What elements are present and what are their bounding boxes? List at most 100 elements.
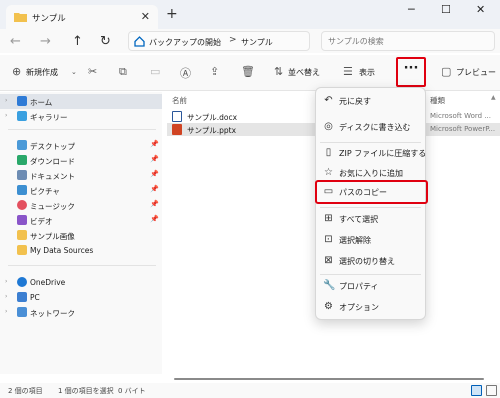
- pin-icon: 📌: [150, 140, 159, 148]
- tab-sample[interactable]: サンプル ✕: [6, 5, 158, 29]
- menu-item-label: プロパティ: [339, 282, 379, 291]
- breadcrumb-current[interactable]: サンプル: [241, 37, 273, 48]
- chevron-down-icon: ⌄: [71, 68, 77, 76]
- rename-icon[interactable]: Ⓐ: [180, 65, 191, 81]
- sidebar-item-my-data-sources[interactable]: My Data Sources: [0, 243, 162, 258]
- more-options-menu: ↶ 元に戻す ◎ ディスクに書き込む ▯ ZIP ファイルに圧縮する ☆ お気に…: [315, 87, 428, 320]
- home-icon: [17, 96, 27, 106]
- paste-icon[interactable]: ▭: [150, 65, 160, 78]
- music-icon: [17, 200, 27, 210]
- sidebar-item-label: OneDrive: [30, 278, 66, 287]
- chevron-right-icon[interactable]: ›: [5, 308, 7, 315]
- menu-item-invert-selection[interactable]: ⊠ 選択の切り替え: [316, 251, 425, 271]
- network-icon: [17, 307, 27, 317]
- status-size: 0 バイト: [118, 387, 146, 395]
- folder-icon: [17, 230, 27, 240]
- sidebar-item-label: ホーム: [30, 98, 53, 107]
- sidebar-item-sample-images[interactable]: サンプル画像: [0, 228, 162, 243]
- sidebar-item-label: ネットワーク: [30, 309, 75, 318]
- sidebar-item-pictures[interactable]: ピクチャ 📌: [0, 183, 162, 198]
- column-header-type[interactable]: 種類: [430, 95, 445, 106]
- chevron-right-icon[interactable]: ›: [5, 112, 7, 119]
- sidebar-item-label: ギャラリー: [30, 113, 68, 122]
- pin-icon: 📌: [150, 185, 159, 193]
- sidebar-item-videos[interactable]: ビデオ 📌: [0, 213, 162, 228]
- menu-item-add-favorites[interactable]: ☆ お気に入りに追加: [316, 163, 425, 183]
- sidebar-item-desktop[interactable]: デスクトップ 📌: [0, 138, 162, 153]
- scroll-up-icon[interactable]: ▲: [491, 94, 496, 101]
- delete-icon[interactable]: 🗑: [241, 65, 255, 78]
- chevron-right-icon[interactable]: ›: [5, 278, 7, 285]
- horizontal-scrollbar[interactable]: [174, 378, 484, 380]
- sidebar-item-music[interactable]: ミュージック 📌: [0, 198, 162, 213]
- sidebar-item-label: My Data Sources: [30, 246, 94, 255]
- sidebar-item-label: ダウンロード: [30, 157, 75, 166]
- navigation-pane: › ホーム › ギャラリー デスクトップ 📌 ダウンロード 📌 ドキュメント 📌: [0, 92, 162, 374]
- document-icon: [17, 170, 27, 180]
- menu-item-burn-to-disc[interactable]: ◎ ディスクに書き込む: [316, 117, 425, 137]
- forward-button[interactable]: →: [40, 34, 51, 49]
- menu-item-label: 元に戻す: [339, 97, 371, 106]
- view-button[interactable]: 表示: [359, 67, 375, 78]
- sidebar-item-home[interactable]: › ホーム: [0, 94, 162, 109]
- tiles-view-button[interactable]: [486, 385, 497, 396]
- pc-icon: [17, 292, 27, 302]
- cut-icon[interactable]: ✂: [88, 65, 97, 78]
- address-bar[interactable]: バックアップの開始 > サンプル: [128, 31, 310, 51]
- invert-selection-icon: ⊠: [324, 255, 333, 266]
- preview-button[interactable]: プレビュー: [456, 67, 496, 78]
- zip-icon: ▯: [325, 147, 332, 158]
- more-options-button[interactable]: ···: [396, 57, 426, 87]
- address-row: ← → ↑ ↻ バックアップの開始 > サンプル サンプルの検索: [0, 29, 500, 53]
- share-icon[interactable]: ⇪: [210, 65, 219, 78]
- up-button[interactable]: ↑: [72, 34, 83, 49]
- menu-item-undo[interactable]: ↶ 元に戻す: [316, 91, 425, 111]
- pin-icon: 📌: [150, 200, 159, 208]
- breadcrumb-root[interactable]: バックアップの開始: [149, 37, 221, 48]
- sidebar-item-label: ビデオ: [30, 217, 53, 226]
- search-input[interactable]: サンプルの検索: [321, 31, 495, 51]
- file-name: サンプル.docx: [187, 113, 238, 122]
- sidebar-item-onedrive[interactable]: › OneDrive: [0, 275, 162, 290]
- menu-item-options[interactable]: ⚙ オプション: [316, 297, 425, 317]
- status-selected-count: 1 個の項目を選択: [58, 387, 114, 395]
- chevron-right-icon[interactable]: ›: [5, 97, 7, 104]
- video-icon: [17, 215, 27, 225]
- menu-item-label: 選択の切り替え: [339, 257, 395, 266]
- menu-item-select-all[interactable]: ⊞ すべて選択: [316, 209, 425, 229]
- star-icon: ☆: [324, 167, 333, 178]
- sort-button[interactable]: 並べ替え: [288, 67, 320, 78]
- details-view-button[interactable]: [471, 385, 482, 396]
- menu-item-label: ZIP ファイルに圧縮する: [339, 149, 427, 158]
- menu-item-select-none[interactable]: ⊡ 選択解除: [316, 230, 425, 250]
- options-icon: ⚙: [324, 301, 333, 312]
- menu-separator: [320, 274, 421, 275]
- pictures-icon: [17, 185, 27, 195]
- tab-close-icon[interactable]: ✕: [141, 10, 150, 23]
- menu-item-label: すべて選択: [339, 215, 379, 224]
- minimize-button[interactable]: ─: [408, 3, 415, 16]
- sidebar-item-downloads[interactable]: ダウンロード 📌: [0, 153, 162, 168]
- back-button[interactable]: ←: [10, 34, 21, 49]
- sidebar-item-label: PC: [30, 293, 40, 302]
- close-button[interactable]: ✕: [476, 3, 485, 16]
- sidebar-item-gallery[interactable]: › ギャラリー: [0, 109, 162, 124]
- copy-icon[interactable]: ⧉: [119, 65, 127, 79]
- refresh-button[interactable]: ↻: [100, 34, 111, 49]
- sidebar-item-documents[interactable]: ドキュメント 📌: [0, 168, 162, 183]
- menu-item-compress-zip[interactable]: ▯ ZIP ファイルに圧縮する: [316, 143, 427, 163]
- preview-icon: ▢: [441, 65, 452, 78]
- new-tab-button[interactable]: +: [166, 6, 178, 22]
- menu-item-properties[interactable]: 🔧 プロパティ: [316, 276, 425, 296]
- new-icon: ⊕: [12, 65, 22, 78]
- title-bar: サンプル ✕ + ─ ☐ ✕: [0, 0, 500, 29]
- sidebar-item-network[interactable]: › ネットワーク: [0, 305, 162, 320]
- column-header-name[interactable]: 名前: [172, 95, 187, 106]
- undo-icon: ↶: [324, 95, 333, 106]
- menu-item-copy-path[interactable]: ▭ パスのコピー: [315, 180, 428, 204]
- maximize-button[interactable]: ☐: [441, 3, 451, 16]
- chevron-right-icon[interactable]: ›: [5, 293, 7, 300]
- new-button[interactable]: 新規作成: [26, 67, 58, 78]
- sidebar-item-pc[interactable]: › PC: [0, 290, 162, 305]
- file-type: Microsoft PowerP...: [430, 125, 496, 133]
